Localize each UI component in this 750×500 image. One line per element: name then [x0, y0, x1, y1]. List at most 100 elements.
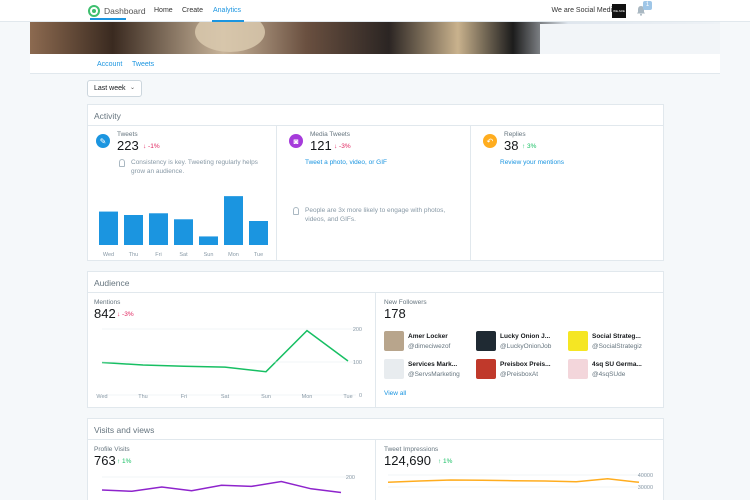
follower-name: Amer Locker [408, 333, 448, 340]
follower-item[interactable]: Amer Locker @dimeciwezof [384, 331, 479, 353]
x-tick-label: Wed [96, 394, 107, 400]
view-all-followers-link[interactable]: View all [384, 390, 406, 397]
lightbulb-icon [293, 207, 299, 215]
tweet-impressions-delta: ↑ 1% [438, 458, 453, 465]
follower-avatar [384, 359, 404, 379]
y-tick-label: 30000 [638, 485, 653, 491]
chevron-down-icon: ⌄ [129, 85, 135, 91]
activity-card: Activity ✎ Tweets 223 ↓ -1% Consistency … [87, 104, 664, 261]
tweet-impressions-line-chart: 40000 30000 [387, 473, 653, 491]
x-tick-label: Wed [103, 252, 114, 258]
x-tick-label: Thu [129, 252, 138, 258]
x-tick-label: Mon [228, 252, 239, 258]
brand-title[interactable]: Dashboard [104, 6, 146, 16]
mentions-label: Mentions [94, 299, 121, 306]
follower-avatar [476, 359, 496, 379]
x-tick-label: Tue [343, 394, 352, 400]
column-divider [470, 126, 471, 260]
y-tick-label: 40000 [638, 473, 653, 479]
nav-create[interactable]: Create [182, 7, 203, 14]
follower-name: Preisbox Preis... [500, 361, 551, 368]
column-divider [276, 126, 277, 260]
account-avatar[interactable]: WE ARE [612, 4, 626, 18]
account-name[interactable]: We are Social Media [552, 7, 616, 14]
follower-handle: @PreisboxAt [500, 371, 539, 378]
date-range-select[interactable]: Last week ⌄ [87, 80, 142, 97]
tab-account[interactable]: Account [97, 61, 122, 68]
chart-bar [99, 211, 118, 245]
x-tick-label: Mon [302, 394, 313, 400]
follower-avatar [568, 359, 588, 379]
x-tick-label: Fri [155, 252, 161, 258]
follower-handle: @ServsMarketing [408, 371, 460, 378]
media-tweets-label: Media Tweets [310, 131, 350, 138]
tweets-tip: Consistency is key. Tweeting regularly h… [131, 159, 258, 175]
media-tweets-value: 121 [310, 138, 332, 153]
analytics-subtabs: Account Tweets [30, 54, 720, 74]
chart-bar [174, 219, 193, 245]
banner-cup-shape [195, 22, 265, 52]
replies-label: Replies [504, 131, 526, 138]
date-range-value: Last week [94, 85, 126, 92]
series-line [101, 480, 342, 494]
subtab-active-indicator [90, 18, 126, 20]
tab-tweets[interactable]: Tweets [132, 61, 154, 68]
replies-delta: ↑ 3% [522, 143, 537, 150]
tweet-media-link[interactable]: Tweet a photo, video, or GIF [305, 159, 387, 166]
mentions-delta: ↓ -3% [117, 311, 134, 318]
header-banner-image [30, 22, 720, 54]
profile-visits-delta: ↑ 1% [117, 458, 132, 465]
series-line [387, 477, 640, 484]
pen-icon: ✎ [96, 134, 110, 148]
follower-name: Social Strateg... [592, 333, 641, 340]
card-divider [88, 125, 663, 126]
new-followers-label: New Followers [384, 299, 427, 306]
profile-visits-label: Profile Visits [94, 446, 130, 453]
tweet-impressions-value: 124,690 [384, 453, 431, 468]
chart-bar [199, 236, 218, 245]
y-tick-label: 200 [353, 327, 362, 333]
y-tick-label: 100 [353, 360, 362, 366]
tweets-label: Tweets [117, 131, 138, 138]
follower-handle: @dimeciwezof [408, 343, 451, 350]
chart-bar [124, 215, 143, 245]
tweet-impressions-label: Tweet Impressions [384, 446, 439, 453]
follower-handle: @LuckyOnionJob [500, 343, 552, 350]
x-tick-label: Sun [204, 252, 214, 258]
follower-item[interactable]: Lucky Onion J... @LuckyOnionJob [476, 331, 571, 353]
audience-title: Audience [94, 278, 130, 288]
profile-visits-line-chart: 200 [101, 475, 355, 494]
x-tick-label: Sun [261, 394, 271, 400]
series-line [101, 329, 349, 373]
lightbulb-icon [119, 159, 125, 167]
review-mentions-link[interactable]: Review your mentions [500, 159, 564, 166]
nav-analytics[interactable]: Analytics [213, 7, 241, 14]
visits-card: Visits and views Profile Visits 763 ↑ 1%… [87, 418, 664, 500]
tweets-delta: ↓ -1% [143, 143, 160, 150]
media-tweets-delta: ↓ -3% [334, 143, 351, 150]
follower-item[interactable]: Social Strateg... @SocialStrategiz [568, 331, 663, 353]
chart-bar [224, 196, 243, 245]
follower-name: Lucky Onion J... [500, 333, 551, 340]
notification-count-badge: 1 [643, 1, 652, 10]
banner-screen-shape [540, 24, 720, 54]
follower-name: 4sq SU Germa... [592, 361, 642, 368]
dashboard-logo-icon[interactable] [88, 5, 100, 17]
follower-item[interactable]: 4sq SU Germa... @4sqSUde [568, 359, 663, 381]
tweets-value: 223 [117, 138, 139, 153]
camera-icon: ◙ [289, 134, 303, 148]
media-tip: People are 3x more likely to engage with… [305, 207, 446, 223]
follower-item[interactable]: Services Mark... @ServsMarketing [384, 359, 479, 381]
chart-bar [249, 221, 268, 245]
reply-arrow-icon: ↶ [483, 134, 497, 148]
follower-avatar [476, 331, 496, 351]
column-divider [375, 293, 376, 407]
follower-handle: @SocialStrategiz [592, 343, 642, 350]
activity-title: Activity [94, 111, 121, 121]
follower-name: Services Mark... [408, 361, 458, 368]
follower-item[interactable]: Preisbox Preis... @PreisboxAt [476, 359, 571, 381]
y-tick-label: 0 [359, 393, 362, 399]
nav-home[interactable]: Home [154, 7, 173, 14]
audience-card: Audience Mentions 842 ↓ -3% 200 100 0 Wed Th… [87, 271, 664, 408]
x-tick-label: Tue [254, 252, 263, 258]
